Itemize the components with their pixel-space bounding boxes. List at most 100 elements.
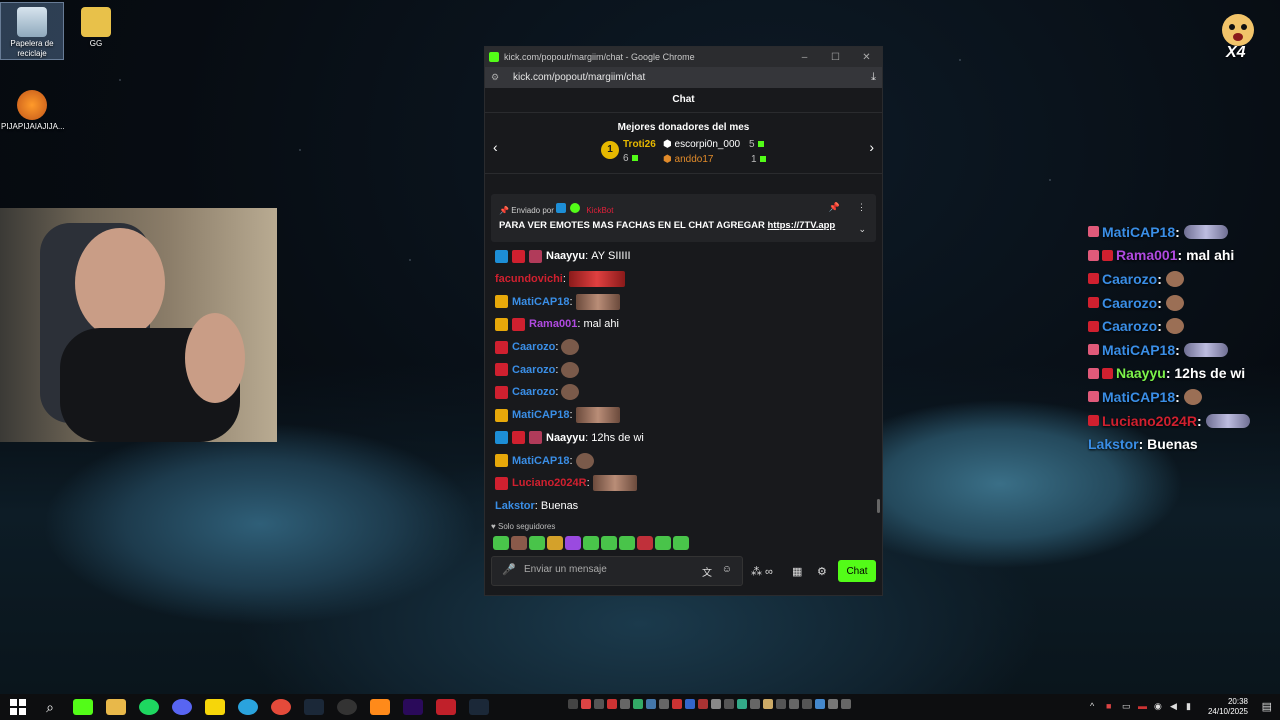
tray-icon[interactable]: ▬: [1138, 701, 1147, 711]
desktop-icon-fl-studio[interactable]: PIJAPIJAIAJIJA...: [1, 86, 65, 132]
microphone-icon[interactable]: ▮: [1186, 701, 1191, 712]
start-button[interactable]: [10, 699, 26, 715]
chrome-icon[interactable]: [270, 699, 291, 715]
send-chat-button[interactable]: Chat: [838, 560, 876, 582]
donor-third[interactable]: ⬢ anddo17: [663, 154, 713, 165]
network-icon[interactable]: ◉: [1154, 701, 1162, 712]
donor-second[interactable]: ⬢ escorpi0n_000: [663, 139, 740, 150]
chevron-up-icon[interactable]: ^: [1090, 701, 1094, 711]
tray-icon[interactable]: [685, 699, 695, 709]
message-input-box[interactable]: 🎤 文 ☺: [491, 556, 743, 586]
message-input[interactable]: [522, 563, 686, 576]
tray-icon[interactable]: [802, 699, 812, 709]
emoji-icon[interactable]: ☺: [722, 564, 732, 575]
emote-button[interactable]: [565, 536, 581, 550]
volume-icon[interactable]: ◀: [1170, 701, 1177, 712]
chat-username[interactable]: MatiCAP18: [512, 296, 569, 308]
tray-icon[interactable]: [750, 699, 760, 709]
streamer-silhouette: [40, 223, 245, 442]
desktop-icon-gg-folder[interactable]: GG: [65, 3, 127, 49]
maximize-button[interactable]: ☐: [820, 52, 851, 63]
file-explorer-icon[interactable]: [105, 699, 126, 715]
translate-icon[interactable]: 文: [702, 564, 712, 579]
tray-icon[interactable]: [841, 699, 851, 709]
desktop-icon-recycle-bin[interactable]: Papelera de reciclaje: [0, 2, 64, 60]
notification-icon[interactable]: ▤: [1262, 700, 1272, 713]
address-bar[interactable]: ⚙ kick.com/popout/margiim/chat ⤓: [485, 67, 882, 88]
emote-button[interactable]: [601, 536, 617, 550]
spotify-icon[interactable]: [138, 699, 159, 715]
tray-icon[interactable]: [763, 699, 773, 709]
premiere-icon[interactable]: [402, 699, 423, 715]
tray-icon[interactable]: [737, 699, 747, 709]
tray-icon[interactable]: [711, 699, 721, 709]
emote-button[interactable]: [493, 536, 509, 550]
tray-icon[interactable]: [776, 699, 786, 709]
chat-username[interactable]: Luciano2024R: [512, 477, 587, 489]
chat-username[interactable]: Lakstor: [495, 500, 535, 512]
steam-client-icon[interactable]: [468, 699, 489, 715]
close-button[interactable]: ✕: [851, 52, 882, 63]
taskbar-clock[interactable]: 20:38 24/10/2025: [1208, 697, 1248, 717]
chat-username[interactable]: MatiCAP18: [512, 455, 569, 467]
tray-icon[interactable]: [724, 699, 734, 709]
chat-username[interactable]: Rama001: [529, 318, 577, 330]
chevron-left-icon[interactable]: ‹: [493, 139, 498, 155]
chat-username[interactable]: Naayyu: [546, 432, 585, 444]
obs-icon[interactable]: [336, 699, 357, 715]
tray-icon[interactable]: [646, 699, 656, 709]
tray-icon[interactable]: [607, 699, 617, 709]
tray-icon[interactable]: [594, 699, 604, 709]
kick-app-icon[interactable]: [72, 699, 93, 715]
download-icon[interactable]: ⤓: [871, 71, 876, 84]
emote-button[interactable]: [511, 536, 527, 550]
emote-button[interactable]: [547, 536, 563, 550]
search-icon[interactable]: ⌕: [40, 699, 60, 716]
settings-icon[interactable]: ⚙: [817, 565, 827, 578]
tray-icon[interactable]: [581, 699, 591, 709]
tray-icon[interactable]: [620, 699, 630, 709]
emote-button[interactable]: [583, 536, 599, 550]
folder-icon: [81, 7, 111, 37]
gift-icon[interactable]: ▦: [792, 565, 802, 578]
chat-username[interactable]: Caarozo: [512, 341, 555, 353]
microphone-icon[interactable]: 🎤: [502, 563, 516, 576]
overlay-message: MatiCAP18:: [1088, 220, 1280, 244]
tray-icon[interactable]: [698, 699, 708, 709]
chevron-down-icon[interactable]: ⌄: [858, 224, 866, 235]
pin-icon[interactable]: 📌: [829, 202, 840, 213]
tray-icon[interactable]: ▭: [1122, 701, 1131, 712]
sticky-notes-icon[interactable]: [204, 699, 225, 715]
discord-icon[interactable]: [171, 699, 192, 715]
chat-scrollbar[interactable]: [877, 499, 880, 513]
tray-icon[interactable]: [568, 699, 578, 709]
chat-username[interactable]: MatiCAP18: [512, 409, 569, 421]
telegram-icon[interactable]: [237, 699, 258, 715]
fl-studio-icon[interactable]: [369, 699, 390, 715]
minimize-button[interactable]: –: [789, 52, 820, 63]
emote-picker-icon[interactable]: ⁂ ∞: [751, 565, 773, 578]
steam-icon[interactable]: [303, 699, 324, 715]
tray-icon[interactable]: [633, 699, 643, 709]
tray-icon[interactable]: [672, 699, 682, 709]
chevron-right-icon[interactable]: ›: [869, 139, 874, 155]
emote-button[interactable]: [637, 536, 653, 550]
chat-username[interactable]: Caarozo: [512, 386, 555, 398]
tray-icon[interactable]: [815, 699, 825, 709]
donor-first-name[interactable]: Troti26: [623, 139, 656, 150]
emote-button[interactable]: [529, 536, 545, 550]
emote-button[interactable]: [673, 536, 689, 550]
tray-icon[interactable]: [659, 699, 669, 709]
chat-username[interactable]: Naayyu: [546, 250, 585, 262]
emote-button[interactable]: [655, 536, 671, 550]
chat-username[interactable]: Caarozo: [512, 364, 555, 376]
emote-button[interactable]: [619, 536, 635, 550]
tray-icon[interactable]: [789, 699, 799, 709]
chat-username[interactable]: facundovichi: [495, 273, 563, 285]
more-options-icon[interactable]: ⋮: [857, 202, 866, 213]
site-settings-icon[interactable]: ⚙: [491, 72, 503, 83]
tray-overflow-icon[interactable]: ■: [1106, 701, 1111, 711]
pinned-link[interactable]: https://7TV.app: [767, 220, 835, 231]
tray-icon[interactable]: [828, 699, 838, 709]
voicemeeter-icon[interactable]: [435, 699, 456, 715]
